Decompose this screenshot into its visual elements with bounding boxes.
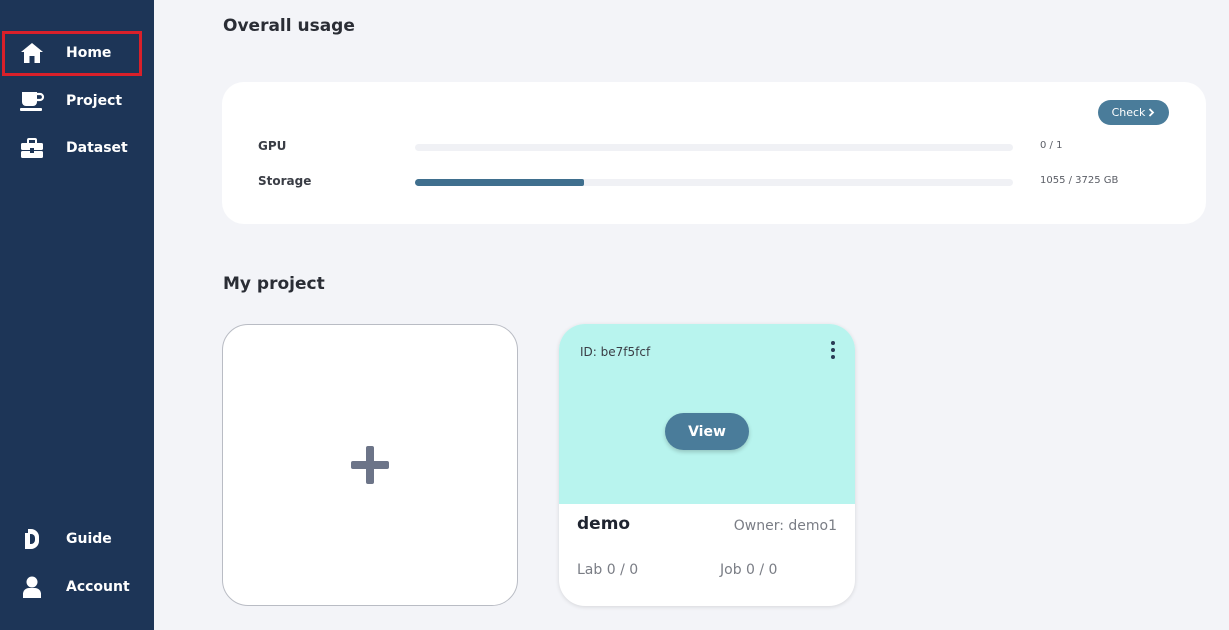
project-card: ID: be7f5fcf View demo Owner: demo1 Lab … bbox=[559, 324, 855, 606]
usage-card: Check GPU 0 / 1 Storage 1055 / 3725 GB bbox=[222, 82, 1206, 224]
sidebar-item-project[interactable]: Project bbox=[0, 78, 154, 124]
usage-row-storage: Storage 1055 / 3725 GB bbox=[258, 171, 1158, 191]
usage-label: Storage bbox=[258, 174, 312, 188]
sidebar-item-home[interactable]: Home bbox=[0, 30, 154, 76]
view-button[interactable]: View bbox=[665, 413, 749, 450]
sidebar-item-label: Home bbox=[66, 45, 112, 61]
more-options-icon[interactable] bbox=[827, 341, 839, 359]
project-card-header: ID: be7f5fcf View bbox=[559, 324, 855, 504]
sidebar-item-account[interactable]: Account bbox=[0, 564, 154, 610]
sidebar-item-label: Account bbox=[66, 579, 130, 595]
sidebar: Home Project Dataset Guide Account bbox=[0, 0, 154, 630]
project-owner: Owner: demo1 bbox=[733, 518, 837, 534]
usage-row-gpu: GPU 0 / 1 bbox=[258, 136, 1158, 156]
project-job-count: Job 0 / 0 bbox=[720, 562, 778, 578]
plus-icon bbox=[351, 446, 389, 484]
guide-icon bbox=[19, 526, 45, 552]
usage-section-title: Overall usage bbox=[223, 16, 355, 36]
sidebar-item-dataset[interactable]: Dataset bbox=[0, 125, 154, 171]
usage-value: 0 / 1 bbox=[1040, 140, 1063, 151]
usage-label: GPU bbox=[258, 139, 287, 153]
project-icon bbox=[19, 88, 45, 114]
sidebar-item-label: Dataset bbox=[66, 140, 128, 156]
sidebar-item-label: Project bbox=[66, 93, 123, 109]
add-project-button[interactable] bbox=[222, 324, 518, 606]
sidebar-item-label: Guide bbox=[66, 531, 112, 547]
check-button-label: Check bbox=[1111, 106, 1146, 119]
project-lab-count: Lab 0 / 0 bbox=[577, 562, 639, 578]
home-icon bbox=[19, 40, 45, 66]
usage-bar-fill bbox=[415, 179, 585, 186]
dataset-icon bbox=[19, 135, 45, 161]
chevron-right-icon bbox=[1149, 108, 1155, 117]
sidebar-item-guide[interactable]: Guide bbox=[0, 516, 154, 562]
project-name: demo bbox=[577, 514, 631, 534]
usage-value: 1055 / 3725 GB bbox=[1040, 175, 1119, 186]
usage-bar-track bbox=[415, 144, 1013, 151]
account-icon bbox=[19, 574, 45, 600]
projects-section-title: My project bbox=[223, 274, 325, 294]
check-button[interactable]: Check bbox=[1098, 100, 1169, 125]
usage-bar-track bbox=[415, 179, 1013, 186]
project-id: ID: be7f5fcf bbox=[580, 345, 651, 359]
